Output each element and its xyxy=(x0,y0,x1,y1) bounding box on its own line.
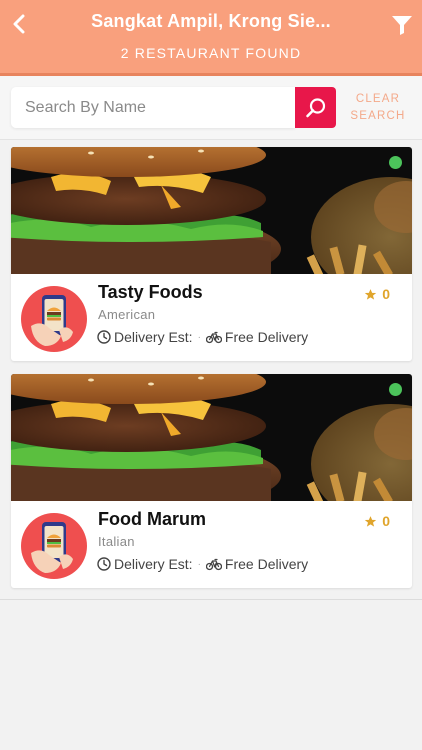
filter-button[interactable] xyxy=(390,13,414,37)
delivery-info: Delivery Est: · Free Delivery xyxy=(97,555,308,573)
delivery-type: Free Delivery xyxy=(224,329,309,345)
delivery-estimate-label: Delivery Est: xyxy=(114,556,193,572)
search-bar: CLEAR SEARCH xyxy=(0,76,422,140)
chevron-left-icon xyxy=(13,14,25,34)
restaurant-list: Tasty Foods American Delivery Est: · Fre… xyxy=(0,140,422,600)
rating: 0 xyxy=(364,286,390,302)
app-header: Sangkat Ampil, Krong Sie... 2 RESTAURANT… xyxy=(0,0,422,76)
restaurant-card[interactable]: Food Marum Italian Delivery Est: · Free … xyxy=(11,374,412,588)
restaurant-logo xyxy=(21,286,87,352)
delivery-estimate-label: Delivery Est: xyxy=(114,329,193,345)
restaurant-logo xyxy=(21,513,87,579)
star-icon xyxy=(365,288,377,300)
search-button[interactable] xyxy=(295,87,336,128)
restaurant-name: Food Marum xyxy=(98,509,206,529)
delivery-info: Delivery Est: · Free Delivery xyxy=(97,328,308,346)
online-status-indicator xyxy=(389,156,402,169)
restaurant-name: Tasty Foods xyxy=(98,282,203,302)
separator: · xyxy=(197,331,201,343)
clock-icon xyxy=(97,557,111,571)
restaurant-card[interactable]: Tasty Foods American Delivery Est: · Fre… xyxy=(11,147,412,361)
rating-value: 0 xyxy=(382,286,390,302)
search-box xyxy=(11,87,295,128)
online-status-indicator xyxy=(389,383,402,396)
back-button[interactable] xyxy=(6,10,32,38)
filter-funnel-icon xyxy=(392,16,412,35)
bicycle-icon xyxy=(205,330,222,344)
restaurant-count: 2 RESTAURANT FOUND xyxy=(120,45,302,61)
restaurant-cuisine: Italian xyxy=(98,534,135,549)
restaurant-cuisine: American xyxy=(98,307,156,322)
rating-value: 0 xyxy=(382,513,390,529)
search-input[interactable] xyxy=(11,87,295,128)
separator: · xyxy=(197,558,201,570)
clear-search-button[interactable]: CLEAR SEARCH xyxy=(342,91,414,125)
rating: 0 xyxy=(364,513,390,529)
restaurant-banner-image xyxy=(11,374,412,501)
location-title: Sangkat Ampil, Krong Sie... xyxy=(91,11,331,31)
clock-icon xyxy=(97,330,111,344)
magnifier-icon xyxy=(305,97,325,117)
clear-label-line1: CLEAR xyxy=(355,93,401,105)
clear-label-line2: SEARCH xyxy=(350,110,406,122)
delivery-type: Free Delivery xyxy=(224,556,309,572)
bicycle-icon xyxy=(205,557,222,571)
restaurant-banner-image xyxy=(11,147,412,274)
star-icon xyxy=(365,515,377,527)
